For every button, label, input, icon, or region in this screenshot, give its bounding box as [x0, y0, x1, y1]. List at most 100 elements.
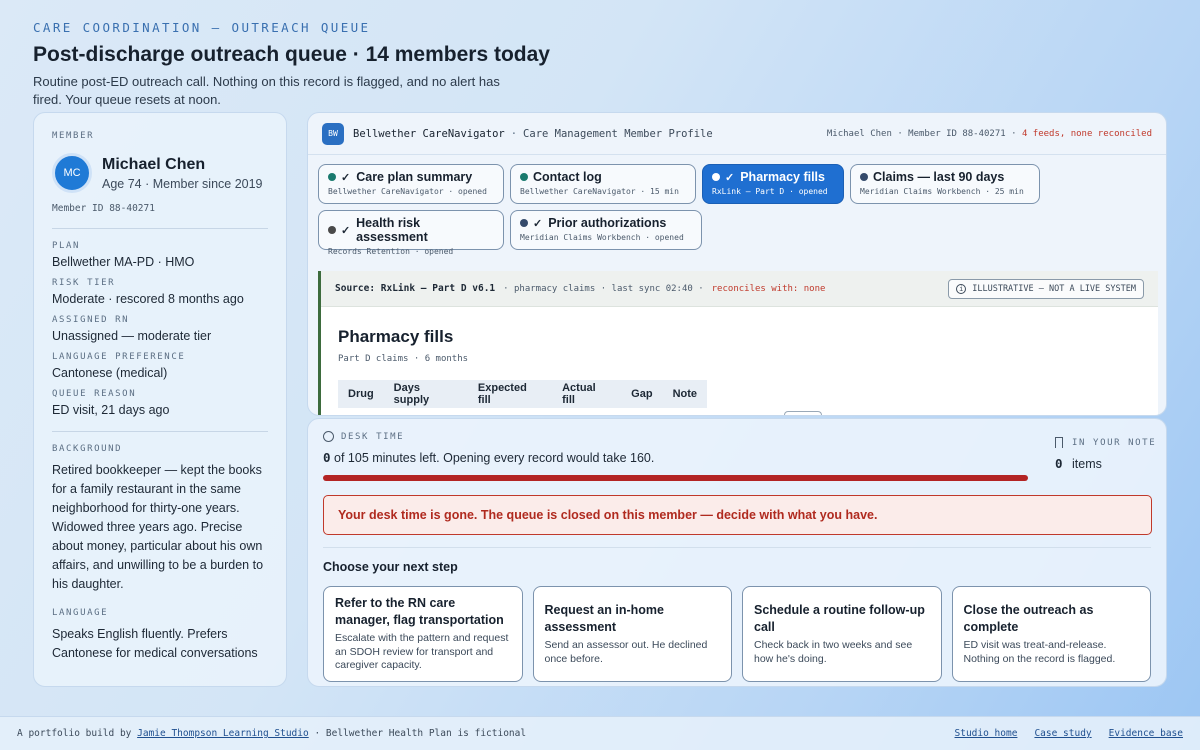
tab-title: Care plan summary [356, 170, 473, 184]
tab-claims-last-90-days[interactable]: Claims — last 90 days Meridian Claims Wo… [850, 164, 1040, 204]
profile-member-summary: Michael Chen · Member ID 88-40271 · 4 fe… [827, 129, 1152, 139]
divider [52, 228, 268, 229]
background-label: BACKGROUND [52, 444, 123, 454]
illustrative-badge: i ILLUSTRATIVE — NOT A LIVE SYSTEM [948, 278, 1144, 299]
field-risk-tier: RISK TIER Moderate · rescored 8 months a… [52, 278, 268, 306]
field-plan: PLAN Bellwether MA-PD · HMO [52, 241, 268, 269]
divider [323, 547, 1151, 548]
footer: A portfolio build by Jamie Thompson Lear… [0, 716, 1200, 750]
member-identity: MC Michael Chen Age 74 · Member since 20… [52, 153, 268, 193]
check-icon: ✓ [533, 217, 543, 230]
desk-time-text: of 105 minutes left. Opening every recor… [334, 451, 655, 465]
separator: · [510, 127, 518, 140]
app-name: Bellwether CareNavigator [353, 127, 505, 140]
source-body: Pharmacy fills Part D claims · 6 months … [321, 307, 1158, 415]
field-label: RISK TIER [52, 278, 116, 288]
column-header: Days supply [393, 382, 430, 406]
choice-refer-rn[interactable]: Refer to the RN care manager, flag trans… [323, 586, 523, 682]
member-name: Michael Chen [102, 155, 206, 173]
field-label: PLAN [52, 241, 81, 251]
desk-time-status: 0 of 105 minutes left. Opening every rec… [323, 450, 1151, 465]
tab-meta: Meridian Claims Workbench · 25 min [860, 187, 1024, 196]
table-header-row: Drug Days supply Expected fill Actual fi… [338, 380, 707, 408]
choice-desc: Send an assessor out. He declined once b… [544, 639, 708, 665]
footer-links: Studio home Case study Evidence base [955, 728, 1183, 739]
desk-time-label: DESK TIME [341, 431, 405, 442]
tab-meta: Meridian Claims Workbench · opened [520, 233, 684, 242]
field-label: LANGUAGE PREFERENCE [52, 352, 186, 362]
footer-studio-link[interactable]: Jamie Thompson Learning Studio [137, 728, 309, 739]
choice-title: Refer to the RN care manager, flag trans… [335, 596, 504, 628]
field-language-preference: LANGUAGE PREFERENCE Cantonese (medical) [52, 352, 268, 380]
footer-prefix: A portfolio build by [17, 728, 132, 739]
field-value: Bellwether MA-PD · HMO [52, 255, 195, 269]
member-id: Member ID 88-40271 [52, 203, 155, 214]
tab-health-risk-assessment[interactable]: ✓ Health risk assessment Records Retentio… [318, 210, 504, 256]
field-label: ASSIGNED RN [52, 315, 130, 325]
choice-title: Close the outreach as complete [963, 603, 1094, 634]
field-label: QUEUE REASON [52, 389, 137, 399]
tab-care-plan-summary[interactable]: ✓ Care plan summary Bellwether CareNaviga… [318, 164, 504, 204]
next-step-choices: Refer to the RN care manager, flag trans… [323, 586, 1151, 682]
field-value: Moderate · rescored 8 months ago [52, 292, 244, 306]
source-reconcile-warning: reconciles with: none [711, 283, 826, 294]
feed-dot-icon [712, 173, 720, 181]
tab-contact-log[interactable]: Contact log Bellwether CareNavigator · 1… [510, 164, 696, 204]
desk-time-panel: DESK TIME 0 of 105 minutes left. Opening… [307, 418, 1167, 687]
feeds-warning: 4 feeds, none reconciled [1021, 128, 1152, 139]
choice-desc: Check back in two weeks and see how he's… [754, 639, 913, 665]
column-header: Actual fill [562, 382, 596, 406]
info-icon: i [956, 283, 967, 294]
member-section-label: MEMBER [52, 131, 95, 141]
note-summary: IN YOUR NOTE 0 items [1055, 437, 1156, 471]
choice-routine-follow-up[interactable]: Schedule a routine follow-up call Check … [742, 586, 942, 682]
column-header: Expected fill [477, 382, 527, 406]
column-header: Note [672, 388, 698, 400]
feed-dot-icon [520, 219, 528, 227]
feed-dot-icon [328, 173, 336, 181]
check-icon: ✓ [725, 171, 735, 184]
section-subheading: Part D claims · 6 months [338, 354, 469, 364]
table-cell-stub [784, 411, 822, 415]
page-eyebrow: CARE COORDINATION — OUTREACH QUEUE [33, 20, 371, 35]
field-queue-reason: QUEUE REASON ED visit, 21 days ago [52, 389, 268, 417]
note-count-unit: items [1072, 457, 1102, 471]
member-card: MEMBER MC Michael Chen Age 74 · Member s… [33, 112, 287, 687]
tab-title: Health risk assessment [356, 216, 428, 244]
choice-desc: ED visit was treat-and-release. Nothing … [963, 639, 1116, 665]
choice-close-outreach[interactable]: Close the outreach as complete ED visit … [951, 586, 1151, 682]
tab-meta: Bellwether CareNavigator · 15 min [520, 187, 679, 196]
desk-time-bar [323, 475, 1028, 481]
tab-meta: Bellwether CareNavigator · opened [328, 187, 487, 196]
choice-title: Schedule a routine follow-up call [754, 603, 925, 634]
desk-time-header: DESK TIME [323, 431, 1151, 442]
choice-in-home-assessment[interactable]: Request an in-home assessment Send an as… [532, 586, 732, 682]
minutes-remaining: 0 [323, 450, 331, 465]
footer-link-case-study[interactable]: Case study [1034, 728, 1091, 739]
profile-member-info: Michael Chen · Member ID 88-40271 · [826, 128, 1017, 139]
member-age: Age 74 · Member since 2019 [102, 176, 263, 191]
field-value: ED visit, 21 days ago [52, 403, 170, 417]
choose-label: Choose your next step [323, 560, 458, 574]
section-heading: Pharmacy fills [338, 327, 454, 346]
feed-dot-icon [860, 173, 868, 181]
bookmark-icon [1055, 437, 1063, 448]
column-header: Gap [631, 388, 653, 400]
divider [52, 431, 268, 432]
field-assigned-rn: ASSIGNED RN Unassigned — moderate tier [52, 315, 268, 343]
check-icon: ✓ [340, 224, 351, 237]
tab-meta: Records Retention · opened [328, 247, 454, 256]
note-count: 0 items [1055, 456, 1156, 471]
tab-title: Prior authorizations [548, 216, 667, 230]
field-value: Unassigned — moderate tier [52, 329, 212, 343]
note-header: IN YOUR NOTE [1055, 437, 1156, 448]
tab-title: Contact log [533, 170, 602, 184]
source-title: Source: RxLink — Part D v6.1 [335, 283, 496, 294]
page-title: Post-discharge outreach queue · 14 membe… [33, 43, 550, 66]
tab-prior-authorizations[interactable]: ✓ Prior authorizations Meridian Claims Wo… [510, 210, 702, 250]
tab-pharmacy-fills[interactable]: ✓ Pharmacy fills RxLink — Part D · opened [702, 164, 844, 204]
footer-link-studio-home[interactable]: Studio home [955, 728, 1018, 739]
footer-link-evidence-base[interactable]: Evidence base [1109, 728, 1183, 739]
column-header: Drug [348, 388, 374, 400]
desk-time-alert: Your desk time is gone. The queue is clo… [323, 495, 1152, 535]
